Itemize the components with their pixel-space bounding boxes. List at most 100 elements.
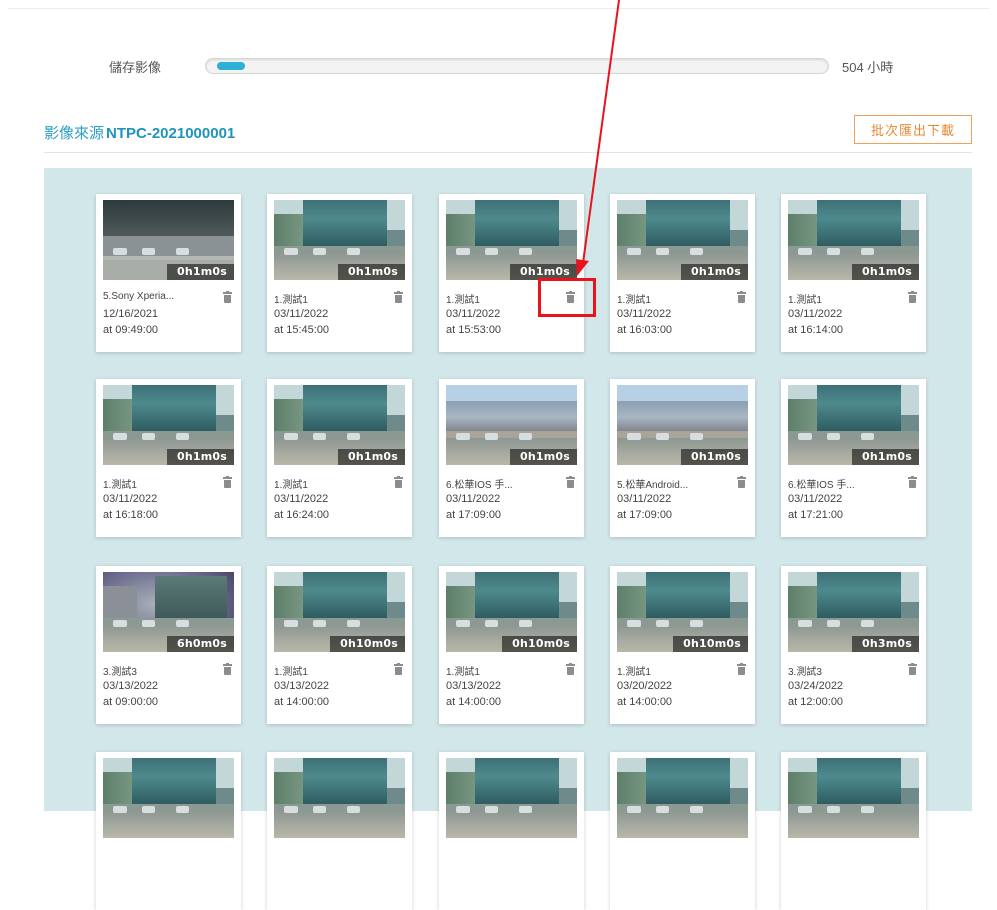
video-name: 1.測試1 bbox=[274, 295, 308, 306]
batch-export-download-button[interactable]: 批次匯出下載 bbox=[854, 115, 972, 144]
thumb-car bbox=[347, 248, 361, 256]
video-card[interactable] bbox=[96, 752, 241, 910]
video-thumbnail[interactable]: 0h1m0s bbox=[103, 385, 234, 465]
video-card[interactable]: 0h10m0s 1.測試1 03/20/2022 at 14:00:00 bbox=[610, 566, 755, 724]
video-thumbnail[interactable]: 0h10m0s bbox=[274, 572, 405, 652]
trash-icon[interactable] bbox=[222, 663, 233, 675]
thumb-car bbox=[519, 620, 533, 628]
video-thumbnail[interactable]: 6h0m0s bbox=[103, 572, 234, 652]
thumb-car bbox=[519, 806, 533, 814]
trash-bin bbox=[909, 667, 916, 675]
video-time: at 09:49:00 bbox=[103, 324, 159, 336]
trash-icon[interactable] bbox=[565, 476, 576, 488]
thumb-car bbox=[827, 248, 841, 256]
video-thumbnail[interactable]: 0h10m0s bbox=[617, 572, 748, 652]
video-gallery[interactable]: 0h1m0s 5.Sony Xperia... 12/16/2021 at 09:49… bbox=[44, 168, 972, 910]
thumb-building bbox=[816, 385, 901, 432]
thumb-car bbox=[113, 806, 127, 814]
video-card[interactable] bbox=[267, 752, 412, 910]
video-card[interactable]: 0h1m0s 1.測試1 03/11/2022 at 16:18:00 bbox=[96, 379, 241, 537]
video-thumbnail[interactable]: 0h1m0s bbox=[617, 200, 748, 280]
trash-icon[interactable] bbox=[393, 663, 404, 675]
trash-icon[interactable] bbox=[736, 663, 747, 675]
video-time: at 17:09:00 bbox=[617, 509, 673, 521]
video-date: 03/20/2022 bbox=[617, 680, 673, 692]
trash-icon[interactable] bbox=[222, 476, 233, 488]
video-name: 5.松華Android... bbox=[617, 480, 689, 491]
video-duration: 0h1m0s bbox=[851, 264, 919, 280]
video-card[interactable]: 0h1m0s 6.松華IOS 手... 03/11/2022 at 17:21:00 bbox=[781, 379, 926, 537]
thumb-car bbox=[485, 433, 499, 441]
trash-icon[interactable] bbox=[393, 291, 404, 303]
video-name: 1.測試1 bbox=[274, 667, 308, 678]
video-duration: 0h1m0s bbox=[166, 449, 234, 465]
video-thumbnail[interactable]: 0h1m0s bbox=[446, 200, 577, 280]
video-thumbnail[interactable]: 0h1m0s bbox=[274, 385, 405, 465]
video-card[interactable]: 0h1m0s 1.測試1 03/11/2022 at 16:03:00 bbox=[610, 194, 755, 352]
video-card[interactable]: 0h1m0s 1.測試1 03/11/2022 at 16:24:00 bbox=[267, 379, 412, 537]
video-card[interactable] bbox=[610, 752, 755, 910]
video-date: 03/24/2022 bbox=[788, 680, 844, 692]
video-time: at 14:00:00 bbox=[446, 696, 502, 708]
video-name: 1.測試1 bbox=[617, 667, 651, 678]
video-thumbnail[interactable] bbox=[617, 758, 748, 838]
video-card[interactable]: 0h10m0s 1.測試1 03/13/2022 at 14:00:00 bbox=[267, 566, 412, 724]
trash-icon[interactable] bbox=[393, 476, 404, 488]
trash-icon[interactable] bbox=[736, 476, 747, 488]
video-card[interactable]: 0h1m0s 1.測試1 03/11/2022 at 15:45:00 bbox=[267, 194, 412, 352]
thumb-car bbox=[627, 806, 641, 814]
video-thumbnail[interactable]: 0h1m0s bbox=[788, 200, 919, 280]
video-date: 03/11/2022 bbox=[788, 493, 843, 505]
video-card[interactable]: 0h3m0s 3.測試3 03/24/2022 at 12:00:00 bbox=[781, 566, 926, 724]
video-card[interactable]: 6h0m0s 3.測試3 03/13/2022 at 09:00:00 bbox=[96, 566, 241, 724]
thumb-car bbox=[176, 433, 190, 441]
video-name: 1.測試1 bbox=[788, 295, 822, 306]
video-card[interactable]: 0h10m0s 1.測試1 03/13/2022 at 14:00:00 bbox=[439, 566, 584, 724]
trash-icon[interactable] bbox=[907, 476, 918, 488]
video-card[interactable] bbox=[781, 752, 926, 910]
thumb-car bbox=[347, 620, 361, 628]
video-thumbnail[interactable] bbox=[103, 758, 234, 838]
thumb-building bbox=[816, 758, 901, 805]
video-thumbnail[interactable]: 0h1m0s bbox=[446, 385, 577, 465]
trash-icon[interactable] bbox=[907, 663, 918, 675]
video-card[interactable]: 0h1m0s 1.測試1 03/11/2022 at 16:14:00 bbox=[781, 194, 926, 352]
video-date: 03/11/2022 bbox=[274, 493, 329, 505]
video-thumbnail[interactable]: 0h1m0s bbox=[617, 385, 748, 465]
video-name: 1.測試1 bbox=[446, 667, 480, 678]
video-card[interactable]: 0h1m0s 5.Sony Xperia... 12/16/2021 at 09:49… bbox=[96, 194, 241, 352]
video-card[interactable]: 0h1m0s 6.松華IOS 手... 03/11/2022 at 17:09:00 bbox=[439, 379, 584, 537]
trash-icon[interactable] bbox=[736, 291, 747, 303]
video-name: 1.測試1 bbox=[446, 295, 480, 306]
video-time: at 14:00:00 bbox=[274, 696, 330, 708]
trash-icon[interactable] bbox=[565, 663, 576, 675]
video-thumbnail[interactable] bbox=[274, 758, 405, 838]
trash-icon[interactable] bbox=[222, 291, 233, 303]
video-date: 03/11/2022 bbox=[617, 308, 672, 320]
trash-lid bbox=[566, 477, 575, 479]
video-source-id: NTPC-2021000001 bbox=[106, 125, 236, 142]
video-thumbnail[interactable]: 0h3m0s bbox=[788, 572, 919, 652]
trash-icon[interactable] bbox=[907, 291, 918, 303]
video-card[interactable]: 0h1m0s 1.測試1 03/11/2022 at 15:53:00 bbox=[439, 194, 584, 352]
video-time: at 15:45:00 bbox=[274, 324, 330, 336]
video-thumbnail[interactable] bbox=[788, 758, 919, 838]
video-thumbnail[interactable]: 0h1m0s bbox=[788, 385, 919, 465]
thumb-building bbox=[302, 758, 387, 805]
trash-lid bbox=[394, 664, 403, 666]
video-thumbnail[interactable]: 0h10m0s bbox=[446, 572, 577, 652]
video-date: 12/16/2021 bbox=[103, 308, 159, 320]
video-card[interactable]: 0h1m0s 5.松華Android... 03/11/2022 at 17:09:0… bbox=[610, 379, 755, 537]
thumb-car bbox=[113, 433, 127, 441]
video-thumbnail[interactable] bbox=[446, 758, 577, 838]
thumb-building bbox=[302, 572, 387, 619]
video-card[interactable] bbox=[439, 752, 584, 910]
video-thumbnail[interactable]: 0h1m0s bbox=[274, 200, 405, 280]
video-duration: 0h1m0s bbox=[337, 449, 405, 465]
video-thumbnail[interactable]: 0h1m0s bbox=[103, 200, 234, 280]
trash-lid bbox=[223, 477, 232, 479]
trash-lid bbox=[223, 664, 232, 666]
thumb-car bbox=[827, 620, 841, 628]
trash-lid bbox=[737, 292, 746, 294]
highlight-annotation-box bbox=[538, 278, 596, 317]
